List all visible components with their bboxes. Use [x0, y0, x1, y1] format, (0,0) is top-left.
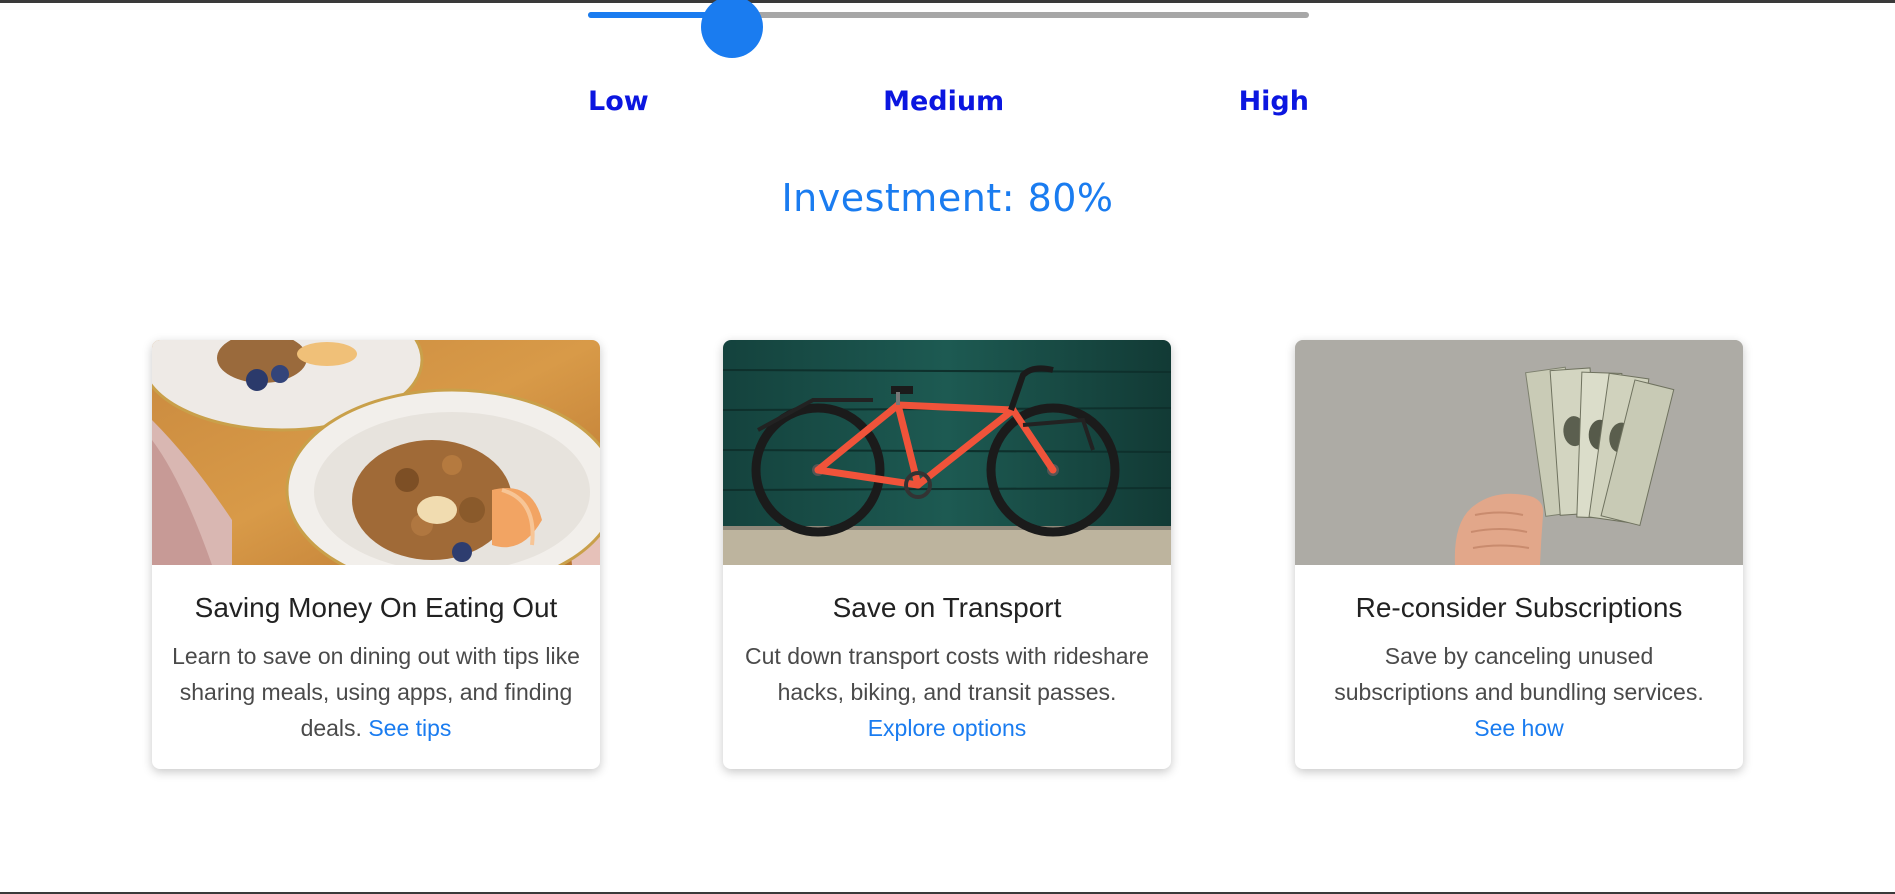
level-low-label: Low — [588, 86, 649, 117]
investment-readout: Investment: 80% — [781, 176, 1114, 220]
granola-bowl-image — [152, 340, 600, 565]
card-subscriptions: Re-consider Subscriptions Save by cancel… — [1295, 340, 1743, 769]
card-eating-out: Saving Money On Eating Out Learn to save… — [152, 340, 600, 769]
level-high-label: High — [1238, 86, 1309, 117]
card-description-text: Save by canceling unused subscriptions a… — [1334, 643, 1704, 705]
explore-options-link[interactable]: Explore options — [868, 715, 1027, 741]
see-how-link[interactable]: See how — [1474, 715, 1564, 741]
card-title: Save on Transport — [832, 592, 1062, 623]
card-transport: Save on Transport Cut down transport cos… — [723, 340, 1171, 769]
investment-slider[interactable] — [588, 0, 1309, 58]
cash-in-hand-image — [1295, 340, 1743, 565]
page: Low Medium High Investment: 80% Saving M… — [0, 0, 1895, 894]
card-title: Re-consider Subscriptions — [1355, 592, 1683, 623]
card-description: Cut down transport costs with rideshare … — [743, 638, 1151, 746]
tips-cards: Saving Money On Eating Out Learn to save… — [152, 340, 1743, 770]
level-labels: Low Medium High — [588, 86, 1309, 122]
red-bicycle-image — [723, 340, 1171, 565]
top-border — [0, 0, 1895, 3]
slider-thumb[interactable] — [701, 0, 764, 58]
card-description: Learn to save on dining out with tips li… — [172, 638, 580, 746]
see-tips-link[interactable]: See tips — [368, 715, 451, 741]
card-title: Saving Money On Eating Out — [194, 592, 558, 623]
card-description-text: Cut down transport costs with rideshare … — [745, 643, 1149, 705]
level-medium-label: Medium — [883, 86, 1005, 117]
card-description: Save by canceling unused subscriptions a… — [1315, 638, 1723, 746]
